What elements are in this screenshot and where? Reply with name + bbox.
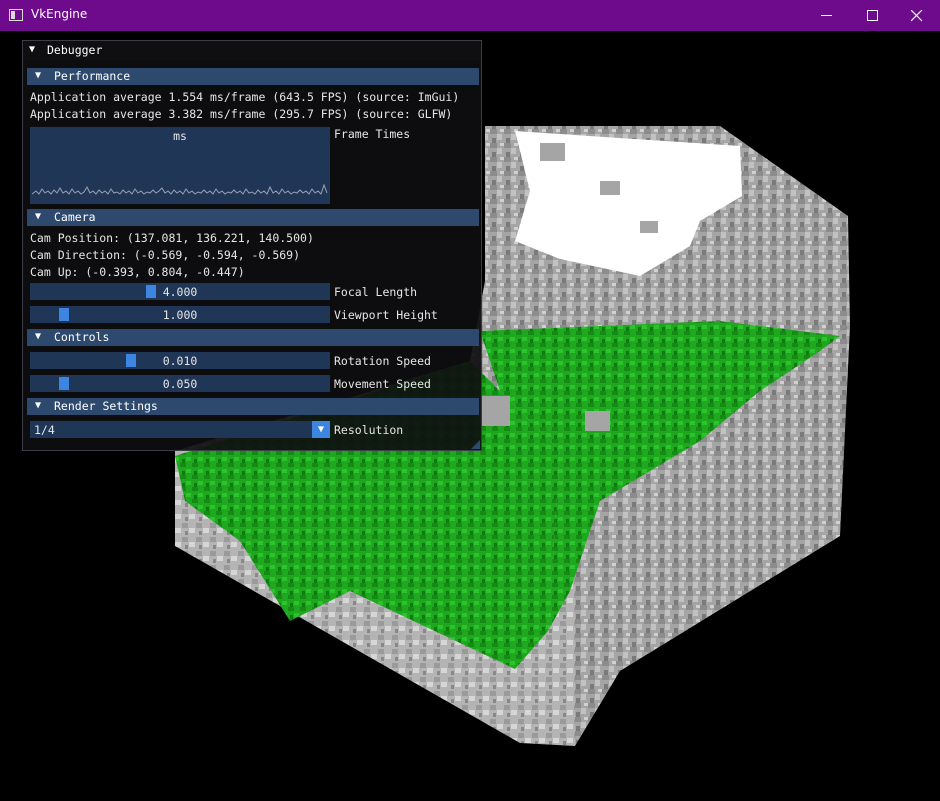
movement-speed-value: 0.050 <box>162 377 198 391</box>
rotation-speed-label: Rotation Speed <box>334 354 431 368</box>
viewport-height-slider[interactable]: 1.000 <box>30 306 330 323</box>
minimize-icon <box>821 15 832 16</box>
cam-position-text: Cam Position: (137.081, 136.221, 140.500… <box>30 231 314 245</box>
triangle-down-icon: ▼ <box>35 70 42 81</box>
debugger-title-bar[interactable]: ▼ Debugger <box>23 41 481 60</box>
maximize-button[interactable] <box>850 0 896 31</box>
performance-header-label: Performance <box>54 69 131 83</box>
cam-up-text: Cam Up: (-0.393, 0.804, -0.447) <box>30 265 245 279</box>
frame-times-line <box>31 183 328 195</box>
rotation-speed-value: 0.010 <box>162 354 198 368</box>
controls-header[interactable]: ▼ Controls <box>27 329 479 346</box>
snow-gap <box>540 143 565 161</box>
controls-header-label: Controls <box>54 330 110 344</box>
viewport-height-value: 1.000 <box>162 308 198 322</box>
stone-outcrop <box>585 411 610 431</box>
minimize-button[interactable] <box>804 0 850 31</box>
imgui-average-text: Application average 1.554 ms/frame (643.… <box>30 90 460 104</box>
title-bar[interactable]: VkEngine <box>0 0 940 31</box>
triangle-down-icon: ▼ <box>35 400 42 411</box>
window-title: VkEngine <box>31 7 88 21</box>
resolution-combo[interactable]: 1/4 ▼ <box>30 421 330 438</box>
resolution-value: 1/4 <box>34 423 55 437</box>
viewport-height-label: Viewport Height <box>334 308 438 322</box>
close-button[interactable] <box>894 0 940 31</box>
camera-header[interactable]: ▼ Camera <box>27 209 479 226</box>
triangle-down-icon[interactable]: ▼ <box>29 43 35 57</box>
triangle-down-icon: ▼ <box>35 331 42 342</box>
cam-direction-text: Cam Direction: (-0.569, -0.594, -0.569) <box>30 248 301 262</box>
debugger-title: Debugger <box>47 43 103 57</box>
render-settings-header[interactable]: ▼ Render Settings <box>27 398 479 415</box>
debugger-window[interactable]: ▼ Debugger ▼ Performance Application ave… <box>22 40 482 451</box>
performance-header[interactable]: ▼ Performance <box>27 68 479 85</box>
camera-header-label: Camera <box>54 210 96 224</box>
movement-speed-slider[interactable]: 0.050 <box>30 375 330 392</box>
resolution-label: Resolution <box>334 423 404 437</box>
frame-times-plot[interactable]: ms <box>30 127 330 204</box>
focal-length-label: Focal Length <box>334 285 418 299</box>
resize-grip[interactable] <box>471 440 480 449</box>
maximize-icon <box>867 10 878 21</box>
app-window: VkEngine ▼ Debugger ▼ Performance Applic… <box>0 0 940 801</box>
focal-length-value: 4.000 <box>162 285 198 299</box>
close-icon <box>911 10 923 22</box>
stone-outcrop <box>480 396 510 426</box>
triangle-down-icon: ▼ <box>35 211 42 222</box>
frame-times-label: Frame Times <box>334 127 411 141</box>
app-window-icon <box>9 9 23 21</box>
snow-gap <box>600 181 620 195</box>
glfw-average-text: Application average 3.382 ms/frame (295.… <box>30 107 453 121</box>
snow-gap <box>640 221 658 233</box>
rotation-speed-slider[interactable]: 0.010 <box>30 352 330 369</box>
focal-length-slider[interactable]: 4.000 <box>30 283 330 300</box>
movement-speed-label: Movement Speed <box>334 377 431 391</box>
render-settings-header-label: Render Settings <box>54 399 158 413</box>
chevron-down-icon[interactable]: ▼ <box>312 421 330 438</box>
